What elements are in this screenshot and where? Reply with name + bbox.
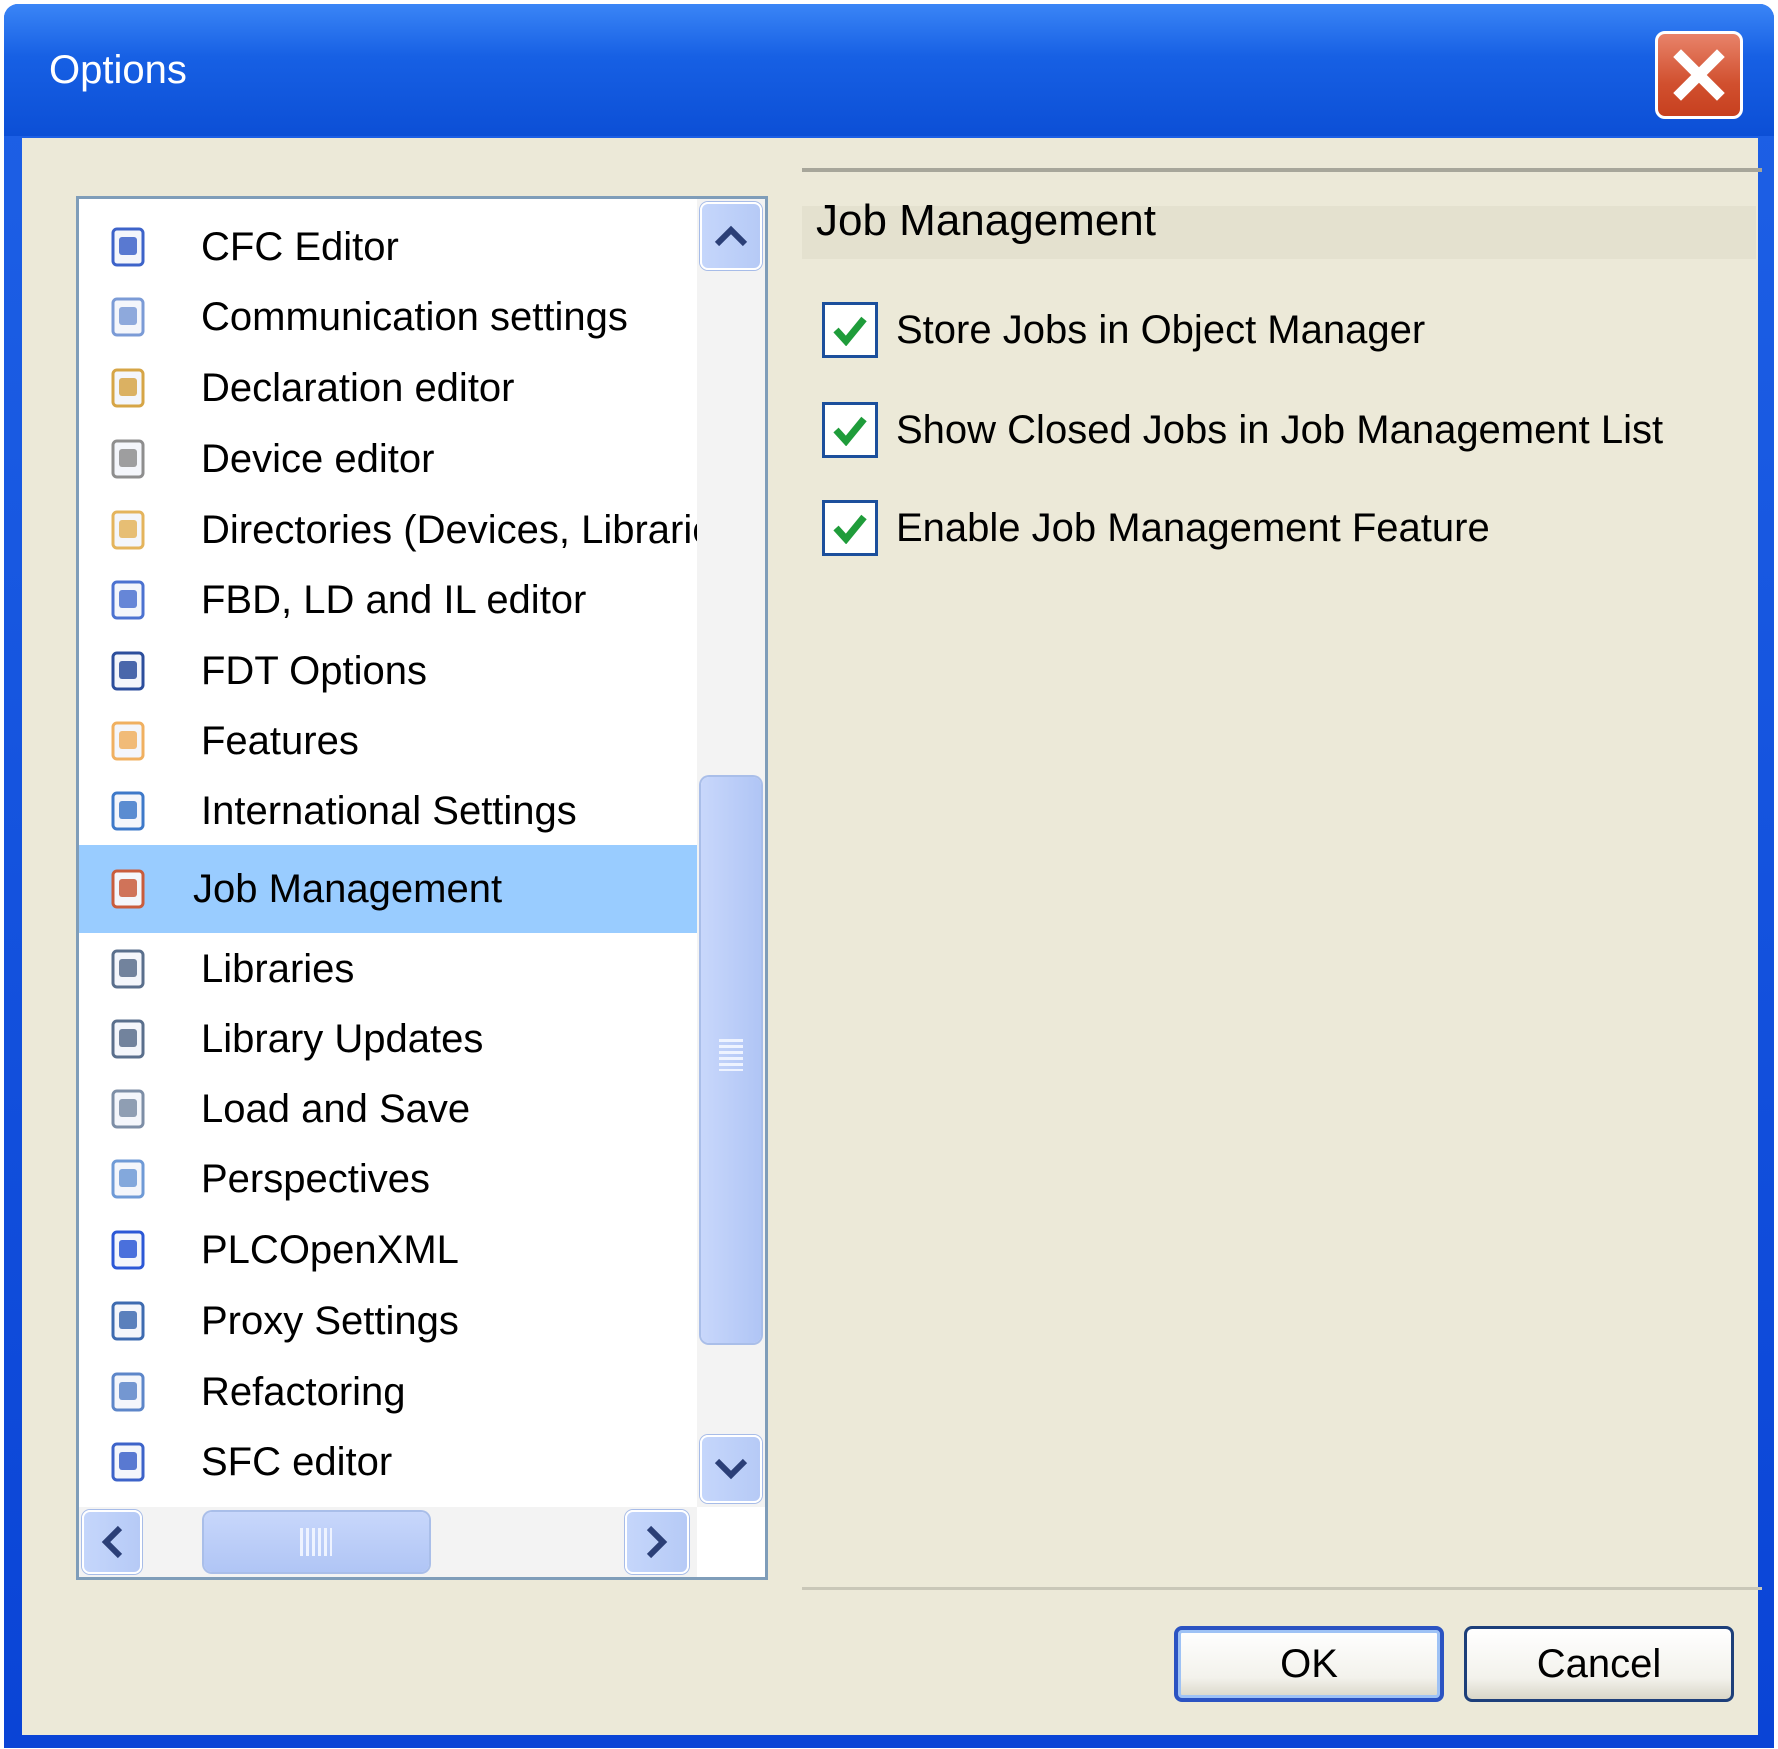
declaration-editor-icon <box>107 366 151 410</box>
separator-bottom <box>802 1587 1762 1590</box>
tree-item-label: Library Updates <box>201 1017 484 1061</box>
libraries-icon <box>107 947 151 991</box>
tree-item-job-management[interactable]: Job Management <box>79 845 697 933</box>
tree-item-label: Communication settings <box>201 295 628 339</box>
horizontal-scrollbar[interactable] <box>79 1507 697 1577</box>
folder-icon <box>107 508 151 552</box>
fdt-icon <box>107 649 151 693</box>
proxy-icon <box>107 1299 151 1343</box>
window-title: Options <box>49 48 187 92</box>
vertical-scrollbar[interactable] <box>697 199 765 1507</box>
tree-item-cfc-editor[interactable]: CFC Editor <box>79 211 697 283</box>
checkbox-label: Enable Job Management Feature <box>896 506 1490 550</box>
sfc-editor-icon <box>107 1440 151 1484</box>
scroll-left-button[interactable] <box>82 1510 142 1574</box>
tree-item-international-settings[interactable]: International Settings <box>79 775 697 847</box>
tree-item-perspectives[interactable]: Perspectives <box>79 1143 697 1215</box>
dialog-body: CFC Editor Communication settings Declarat… <box>22 138 1762 1735</box>
refactoring-icon <box>107 1370 151 1414</box>
tree-item-declaration-editor[interactable]: Declaration editor <box>79 352 697 424</box>
options-dialog: Options CFC Editor Communication settings… <box>4 4 1774 1748</box>
tree-item-label: Perspectives <box>201 1157 430 1201</box>
scroll-up-button[interactable] <box>700 202 762 270</box>
tree-item-plcopenxml[interactable]: PLCOpenXML <box>79 1214 697 1286</box>
chevron-up-icon <box>714 225 748 247</box>
grip-icon <box>300 1528 332 1556</box>
load-save-icon <box>107 1087 151 1131</box>
perspectives-icon <box>107 1157 151 1201</box>
communication-icon <box>107 295 151 339</box>
checkbox[interactable] <box>822 402 878 458</box>
plcopenxml-icon <box>107 1228 151 1272</box>
tree-item-label: Refactoring <box>201 1370 406 1414</box>
tree-item-libraries[interactable]: Libraries <box>79 933 697 1005</box>
close-button[interactable] <box>1655 31 1743 119</box>
tree-item-fbd-ld-and-il-editor[interactable]: FBD, LD and IL editor <box>79 564 697 636</box>
scrollbar-corner <box>697 1507 765 1577</box>
title-bar[interactable]: Options <box>4 4 1774 136</box>
tree-item-label: Proxy Settings <box>201 1299 459 1343</box>
scroll-right-button[interactable] <box>625 1510 689 1574</box>
tree-item-label: Device editor <box>201 437 435 481</box>
chevron-down-icon <box>714 1458 748 1480</box>
checkbox-label: Show Closed Jobs in Job Management List <box>896 408 1664 452</box>
tree-item-label: FBD, LD and IL editor <box>201 578 587 622</box>
panel-title: Job Management <box>816 196 1156 245</box>
tree-item-label: CFC Editor <box>201 225 399 269</box>
tree-item-label: Job Management <box>193 867 503 911</box>
clipboard-icon <box>107 867 151 911</box>
tree-item-communication-settings[interactable]: Communication settings <box>79 281 697 353</box>
checkbox-label: Store Jobs in Object Manager <box>896 308 1426 352</box>
tree-item-directories-devices-libraries[interactable]: Directories (Devices, Libraries, <box>79 494 746 566</box>
ok-button[interactable]: OK <box>1174 1626 1444 1702</box>
chevron-right-icon <box>646 1525 668 1559</box>
tree-item-label: Load and Save <box>201 1087 471 1131</box>
tree-item-library-updates[interactable]: Library Updates <box>79 1003 697 1075</box>
tree-item-label: International Settings <box>201 789 577 833</box>
device-editor-icon <box>107 437 151 481</box>
tree-item-load-and-save[interactable]: Load and Save <box>79 1073 697 1145</box>
horizontal-scroll-thumb[interactable] <box>204 1512 429 1572</box>
tree-item-proxy-settings[interactable]: Proxy Settings <box>79 1285 697 1357</box>
features-icon <box>107 719 151 763</box>
checkmark-icon <box>833 316 867 346</box>
tree-item-label: Features <box>201 719 359 763</box>
options-tree: CFC Editor Communication settings Declarat… <box>76 196 768 1580</box>
fbd-editor-icon <box>107 578 151 622</box>
tree-item-label: FDT Options <box>201 649 427 693</box>
tree-item-label: Libraries <box>201 947 355 991</box>
chevron-left-icon <box>101 1525 123 1559</box>
library-updates-icon <box>107 1017 151 1061</box>
cancel-button[interactable]: Cancel <box>1464 1626 1734 1702</box>
scroll-down-button[interactable] <box>700 1435 762 1503</box>
tree-item-device-editor[interactable]: Device editor <box>79 423 697 495</box>
tree-item-sfc-editor[interactable]: SFC editor <box>79 1426 697 1498</box>
tree-item-refactoring[interactable]: Refactoring <box>79 1356 697 1428</box>
close-icon <box>1673 49 1725 101</box>
tree-item-label: SFC editor <box>201 1440 393 1484</box>
tree-item-label: PLCOpenXML <box>201 1228 459 1272</box>
checkmark-icon <box>833 514 867 544</box>
cfc-editor-icon <box>107 225 151 269</box>
vertical-scroll-thumb[interactable] <box>701 777 761 1343</box>
tree-item-features[interactable]: Features <box>79 705 697 777</box>
checkmark-icon <box>833 416 867 446</box>
tree-item-label: Declaration editor <box>201 366 515 410</box>
checkbox[interactable] <box>822 302 878 358</box>
tree-item-label: Directories (Devices, Libraries, <box>201 508 746 552</box>
separator-top <box>802 168 1762 172</box>
checkbox[interactable] <box>822 500 878 556</box>
globe-icon <box>107 789 151 833</box>
grip-icon <box>719 1039 743 1071</box>
tree-item-fdt-options[interactable]: FDT Options <box>79 635 697 707</box>
